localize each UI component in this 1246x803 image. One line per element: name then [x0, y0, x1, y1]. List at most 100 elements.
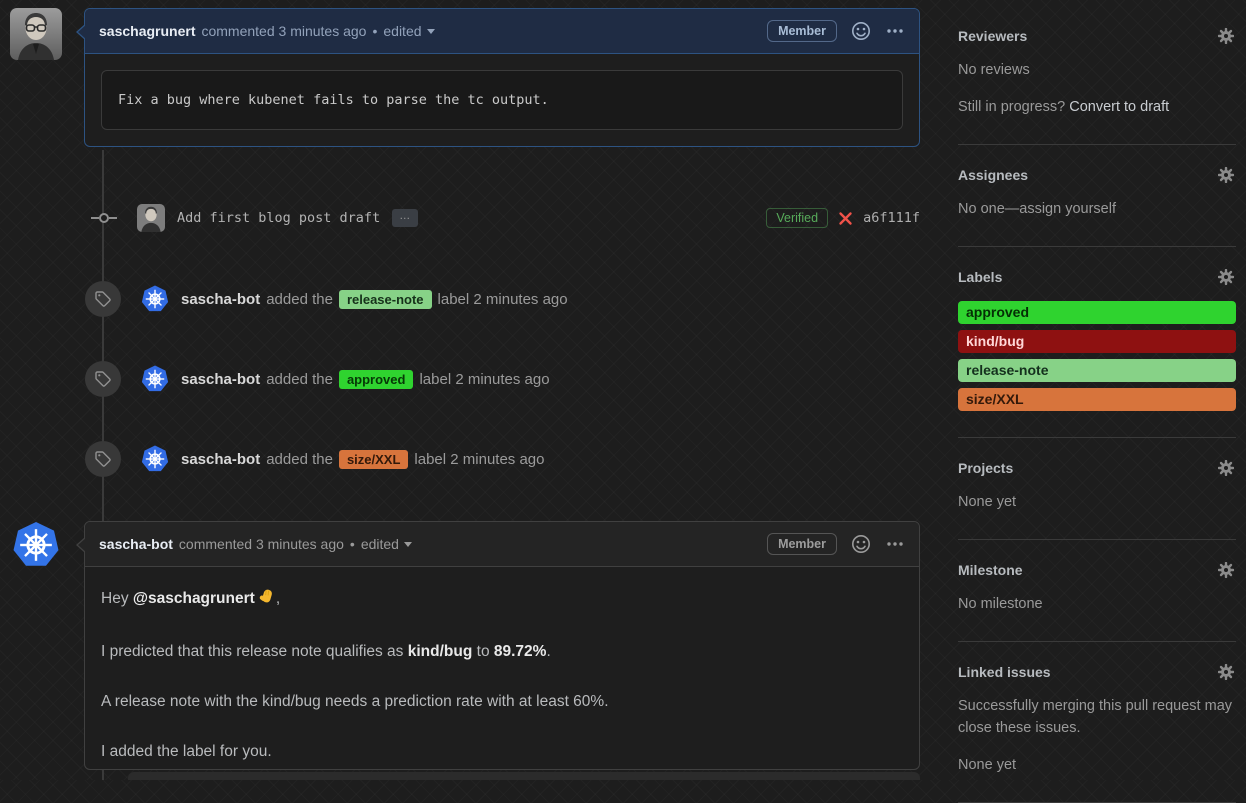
sidebar-section-milestone: Milestone No milestone	[958, 540, 1236, 642]
sidebar-section-labels: Labels approved kind/bug release-note si…	[958, 247, 1236, 438]
prediction-text: to	[472, 643, 494, 660]
section-title: Labels	[958, 269, 1002, 285]
projects-empty-text: None yet	[958, 491, 1236, 513]
kind-bug-bold: kind/bug	[408, 643, 473, 660]
linked-issues-description: Successfully merging this pull request m…	[958, 695, 1236, 739]
bot-avatar[interactable]	[141, 285, 169, 313]
next-timeline-item-edge	[128, 772, 920, 780]
gear-icon[interactable]	[1218, 460, 1234, 476]
event-author-link[interactable]: sascha-bot	[181, 291, 260, 308]
bot-avatar-large[interactable]	[12, 521, 60, 569]
meta-separator: •	[372, 23, 377, 39]
convert-to-draft-link[interactable]: Convert to draft	[1069, 99, 1169, 115]
prediction-text: .	[546, 643, 550, 660]
tag-icon	[85, 441, 121, 477]
prediction-text: I predicted that this release note quali…	[101, 643, 408, 660]
ci-failed-x-icon[interactable]	[838, 211, 853, 226]
comment-options-button[interactable]	[885, 21, 905, 41]
smiley-icon	[851, 21, 871, 41]
sidebar-section-projects: Projects None yet	[958, 438, 1236, 540]
sidebar-label-approved[interactable]: approved	[958, 301, 1236, 324]
event-action: added the	[266, 371, 333, 388]
label-event-row: sascha-bot added the size/XXL label 2 mi…	[84, 436, 920, 482]
tag-icon	[85, 361, 121, 397]
gear-icon[interactable]	[1218, 167, 1234, 183]
event-suffix: label 2 minutes ago	[438, 291, 568, 308]
user-avatar[interactable]	[10, 8, 62, 60]
member-badge: Member	[767, 20, 837, 42]
comment-timestamp[interactable]: commented 3 minutes ago	[201, 23, 366, 39]
event-suffix: label 2 minutes ago	[419, 371, 549, 388]
pull-request-page: saschagrunert commented 3 minutes ago • …	[0, 0, 1246, 780]
edited-dropdown[interactable]: edited	[383, 23, 434, 39]
meta-separator: •	[350, 536, 355, 552]
bubble-caret	[78, 537, 87, 553]
waving-hand-emoji	[257, 587, 276, 614]
comment-paragraph: Hey @saschagrunert,	[101, 587, 903, 614]
label-badge[interactable]: size/XXL	[339, 450, 408, 469]
draft-hint-text: Still in progress?	[958, 99, 1069, 115]
greeting-text: ,	[276, 590, 280, 607]
event-author-link[interactable]: sascha-bot	[181, 371, 260, 388]
comment-paragraph: I predicted that this release note quali…	[101, 640, 903, 664]
percentage-bold: 89.72%	[494, 643, 547, 660]
event-suffix: label 2 minutes ago	[414, 451, 544, 468]
section-title: Milestone	[958, 562, 1023, 578]
section-title: Reviewers	[958, 28, 1027, 44]
release-note-code-block: Fix a bug where kubenet fails to parse t…	[101, 70, 903, 130]
comment-body: Hey @saschagrunert, I predicted that thi…	[85, 567, 919, 794]
section-title: Linked issues	[958, 664, 1051, 680]
milestone-empty-text: No milestone	[958, 593, 1236, 615]
git-commit-icon	[91, 210, 117, 226]
bot-avatar[interactable]	[141, 445, 169, 473]
comment-author-link[interactable]: sascha-bot	[99, 536, 173, 552]
label-event-row: sascha-bot added the release-note label …	[84, 276, 920, 322]
commit-event-row: Add first blog post draft … Verified a6f…	[84, 200, 920, 236]
assignees-empty-text: No one—	[958, 201, 1019, 217]
smiley-icon	[851, 534, 871, 554]
edited-dropdown[interactable]: edited	[361, 536, 412, 552]
chevron-down-icon	[427, 29, 435, 34]
tag-icon	[85, 281, 121, 317]
commit-expand-button[interactable]: …	[392, 209, 418, 227]
member-badge: Member	[767, 533, 837, 555]
section-title: Assignees	[958, 167, 1028, 183]
assign-yourself-link[interactable]: assign yourself	[1019, 201, 1116, 217]
comment-header: saschagrunert commented 3 minutes ago • …	[85, 9, 919, 54]
edited-label: edited	[383, 23, 421, 39]
comment-paragraph: I added the label for you.	[101, 740, 903, 764]
emoji-reaction-button[interactable]	[851, 534, 871, 554]
sidebar-label-kind-bug[interactable]: kind/bug	[958, 330, 1236, 353]
comment-timestamp[interactable]: commented 3 minutes ago	[179, 536, 344, 552]
emoji-reaction-button[interactable]	[851, 21, 871, 41]
comment-author-link[interactable]: saschagrunert	[99, 23, 195, 39]
chevron-down-icon	[404, 542, 412, 547]
sidebar-section-reviewers: Reviewers No reviews Still in progress? …	[958, 0, 1236, 145]
comment-options-button[interactable]	[885, 534, 905, 554]
commit-message-link[interactable]: Add first blog post draft	[177, 210, 380, 226]
edited-label: edited	[361, 536, 399, 552]
gear-icon[interactable]	[1218, 664, 1234, 680]
reviewers-empty-text: No reviews	[958, 59, 1236, 81]
gear-icon[interactable]	[1218, 269, 1234, 285]
greeting-text: Hey	[101, 590, 133, 607]
sidebar-label-release-note[interactable]: release-note	[958, 359, 1236, 382]
commit-author-avatar[interactable]	[137, 204, 165, 232]
sidebar-label-size-xxl[interactable]: size/XXL	[958, 388, 1236, 411]
comment-sascha-bot: sascha-bot commented 3 minutes ago • edi…	[84, 521, 920, 770]
event-action: added the	[266, 451, 333, 468]
gear-icon[interactable]	[1218, 562, 1234, 578]
comment-saschagrunert: saschagrunert commented 3 minutes ago • …	[84, 8, 920, 147]
event-author-link[interactable]: sascha-bot	[181, 451, 260, 468]
comment-paragraph: A release note with the kind/bug needs a…	[101, 690, 903, 714]
verified-badge[interactable]: Verified	[766, 208, 828, 228]
bot-avatar[interactable]	[141, 365, 169, 393]
kebab-icon	[885, 534, 905, 554]
user-mention-link[interactable]: @saschagrunert	[133, 590, 255, 607]
commit-sha-link[interactable]: a6f111f	[863, 210, 920, 226]
label-badge[interactable]: approved	[339, 370, 414, 389]
section-title: Projects	[958, 460, 1013, 476]
gear-icon[interactable]	[1218, 28, 1234, 44]
label-badge[interactable]: release-note	[339, 290, 432, 309]
label-event-row: sascha-bot added the approved label 2 mi…	[84, 356, 920, 402]
